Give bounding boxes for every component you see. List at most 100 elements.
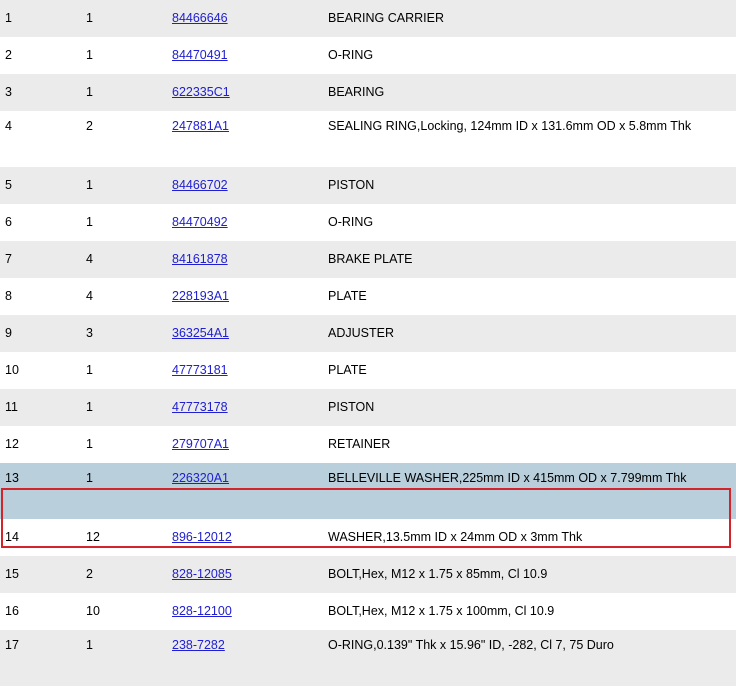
item-number-cell: 7	[5, 252, 12, 266]
quantity-cell: 1	[86, 11, 93, 25]
item-number-cell: 8	[5, 289, 12, 303]
description-text: PISTON	[328, 400, 375, 414]
parts-list-table: 1 1 84466646 BEARING CARRIER 2 1 84470491 O-RIN…	[0, 0, 736, 686]
description-text: PISTON	[328, 178, 375, 192]
part-number-link[interactable]: 84470492	[172, 215, 228, 229]
parts-list-body: 1 1 84466646 BEARING CARRIER 2 1 84470491 O-RIN…	[0, 0, 736, 686]
description-cell: O-RING	[328, 37, 736, 74]
table-row[interactable]: 2 1 84470491 O-RING	[0, 37, 736, 74]
item-number-cell: 5	[5, 178, 12, 192]
part-number-link[interactable]: 84466646	[172, 11, 228, 25]
item-number-cell: 10	[5, 363, 19, 377]
part-number-link[interactable]: 84161878	[172, 252, 228, 266]
item-number-cell: 4	[5, 119, 12, 133]
part-number-cell: 828-12100	[172, 593, 328, 630]
item-number-cell: 3	[5, 85, 12, 99]
table-row[interactable]: 13 1 226320A1 BELLEVILLE WASHER,225mm ID x …	[0, 463, 736, 519]
table-row[interactable]: 15 2 828-12085 BOLT,Hex, M12 x 1.75 x 85mm,…	[0, 556, 736, 593]
item-number-cell: 16	[5, 604, 19, 618]
description-cell: BEARING CARRIER	[328, 0, 736, 37]
part-number-link[interactable]: 228193A1	[172, 289, 229, 303]
part-number-link[interactable]: 828-12100	[172, 604, 232, 618]
table-row[interactable]: 3 1 622335C1 BEARING	[0, 74, 736, 111]
table-row[interactable]: 12 1 279707A1 RETAINER	[0, 426, 736, 463]
description-text: BOLT,Hex, M12 x 1.75 x 85mm, Cl 10.9	[328, 567, 548, 581]
part-number-link[interactable]: 84466702	[172, 178, 228, 192]
item-number-cell: 14	[5, 530, 19, 544]
part-number-link[interactable]: 896-12012	[172, 530, 232, 544]
part-number-link[interactable]: 47773181	[172, 363, 228, 377]
part-number-cell: 226320A1	[172, 463, 328, 519]
part-number-cell: 84161878	[172, 241, 328, 278]
description-cell: BOLT,Hex, M12 x 1.75 x 85mm, Cl 10.9	[328, 556, 736, 593]
part-number-cell: 279707A1	[172, 426, 328, 463]
table-row[interactable]: 4 2 247881A1 SEALING RING,Locking, 124mm ID…	[0, 111, 736, 167]
part-number-link[interactable]: 363254A1	[172, 326, 229, 340]
description-text: PLATE	[328, 289, 367, 303]
quantity-cell: 12	[86, 530, 100, 544]
quantity-cell: 1	[86, 178, 93, 192]
item-number-cell: 1	[5, 11, 12, 25]
item-number-cell: 2	[5, 48, 12, 62]
part-number-link[interactable]: 226320A1	[172, 471, 229, 485]
description-text: O-RING,0.139" Thk x 15.96" ID, -282, Cl …	[328, 638, 614, 652]
part-number-cell: 238-7282	[172, 630, 328, 686]
table-row[interactable]: 1 1 84466646 BEARING CARRIER	[0, 0, 736, 37]
part-number-cell: 363254A1	[172, 315, 328, 352]
item-number-cell: 6	[5, 215, 12, 229]
part-number-cell: 228193A1	[172, 278, 328, 315]
table-row[interactable]: 7 4 84161878 BRAKE PLATE	[0, 241, 736, 278]
table-row[interactable]: 8 4 228193A1 PLATE	[0, 278, 736, 315]
description-cell: O-RING	[328, 204, 736, 241]
part-number-cell: 622335C1	[172, 74, 328, 111]
description-text: BEARING CARRIER	[328, 11, 444, 25]
quantity-cell: 4	[86, 289, 93, 303]
table-row[interactable]: 6 1 84470492 O-RING	[0, 204, 736, 241]
part-number-link[interactable]: 47773178	[172, 400, 228, 414]
part-number-cell: 828-12085	[172, 556, 328, 593]
part-number-link[interactable]: 238-7282	[172, 638, 225, 652]
part-number-cell: 247881A1	[172, 111, 328, 167]
description-text: ADJUSTER	[328, 326, 394, 340]
description-text: RETAINER	[328, 437, 391, 451]
quantity-cell: 1	[86, 471, 93, 485]
description-cell: WASHER,13.5mm ID x 24mm OD x 3mm Thk	[328, 519, 736, 556]
quantity-cell: 1	[86, 363, 93, 377]
table-row[interactable]: 14 12 896-12012 WASHER,13.5mm ID x 24mm OD …	[0, 519, 736, 556]
description-text: O-RING	[328, 48, 374, 62]
quantity-cell: 10	[86, 604, 100, 618]
table-row[interactable]: 5 1 84466702 PISTON	[0, 167, 736, 204]
part-number-cell: 84470492	[172, 204, 328, 241]
description-cell: PISTON	[328, 167, 736, 204]
description-cell: SEALING RING,Locking, 124mm ID x 131.6mm…	[328, 111, 736, 167]
part-number-cell: 84466702	[172, 167, 328, 204]
description-text: O-RING	[328, 215, 374, 229]
quantity-cell: 1	[86, 215, 93, 229]
table-row[interactable]: 9 3 363254A1 ADJUSTER	[0, 315, 736, 352]
description-cell: PLATE	[328, 352, 736, 389]
description-cell: BELLEVILLE WASHER,225mm ID x 415mm OD x …	[328, 463, 736, 519]
item-number-cell: 13	[5, 471, 19, 485]
quantity-cell: 2	[86, 567, 93, 581]
description-text: WASHER,13.5mm ID x 24mm OD x 3mm Thk	[328, 530, 583, 544]
part-number-link[interactable]: 247881A1	[172, 119, 229, 133]
table-row[interactable]: 10 1 47773181 PLATE	[0, 352, 736, 389]
item-number-cell: 9	[5, 326, 12, 340]
quantity-cell: 1	[86, 85, 93, 99]
part-number-link[interactable]: 279707A1	[172, 437, 229, 451]
description-text: BEARING	[328, 85, 385, 99]
part-number-link[interactable]: 828-12085	[172, 567, 232, 581]
part-number-cell: 47773178	[172, 389, 328, 426]
table-row[interactable]: 11 1 47773178 PISTON	[0, 389, 736, 426]
table-row[interactable]: 17 1 238-7282 O-RING,0.139" Thk x 15.96" ID…	[0, 630, 736, 686]
description-cell: PLATE	[328, 278, 736, 315]
quantity-cell: 1	[86, 400, 93, 414]
description-cell: BRAKE PLATE	[328, 241, 736, 278]
part-number-link[interactable]: 84470491	[172, 48, 228, 62]
description-text: BELLEVILLE WASHER,225mm ID x 415mm OD x …	[328, 471, 687, 485]
quantity-cell: 4	[86, 252, 93, 266]
part-number-link[interactable]: 622335C1	[172, 85, 230, 99]
quantity-cell: 2	[86, 119, 93, 133]
description-text: SEALING RING,Locking, 124mm ID x 131.6mm…	[328, 119, 692, 133]
table-row[interactable]: 16 10 828-12100 BOLT,Hex, M12 x 1.75 x 100m…	[0, 593, 736, 630]
